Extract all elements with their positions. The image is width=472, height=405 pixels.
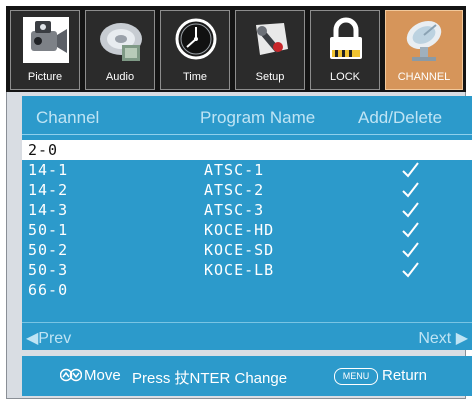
tab-label: Setup xyxy=(255,71,285,83)
tab-setup[interactable]: Setup xyxy=(235,10,305,90)
tab-label: Time xyxy=(182,71,208,83)
added-check-icon[interactable] xyxy=(400,160,420,180)
prev-page-button[interactable]: ◀Prev xyxy=(26,328,71,348)
next-page-button[interactable]: Next ▶ xyxy=(418,328,468,348)
speaker-icon xyxy=(100,23,142,61)
tab-label: Picture xyxy=(27,71,63,83)
channel-row[interactable]: 50-2 KOCE-SD xyxy=(22,240,472,260)
channel-row[interactable]: 14-1 ATSC-1 xyxy=(22,160,472,180)
channel-row[interactable]: 66-0 xyxy=(22,280,472,300)
channel-number: 50-2 xyxy=(28,241,69,259)
channel-number: 14-1 xyxy=(28,161,69,179)
program-name: ATSC-2 xyxy=(204,181,265,199)
up-down-arrows-icon xyxy=(60,368,82,382)
channel-row[interactable]: 50-1 KOCE-HD xyxy=(22,220,472,240)
header-divider xyxy=(22,134,472,135)
satellite-dish-icon xyxy=(406,20,442,61)
channel-number: 14-3 xyxy=(28,201,69,219)
channel-number: 14-2 xyxy=(28,181,69,199)
column-header-program-name: Program Name xyxy=(200,108,316,127)
camcorder-icon xyxy=(23,17,69,63)
added-check-icon[interactable] xyxy=(400,180,420,200)
channel-number: 50-3 xyxy=(28,261,69,279)
added-check-icon[interactable] xyxy=(400,260,420,280)
wrench-icon xyxy=(256,23,288,55)
channel-number: 2-0 xyxy=(28,141,59,159)
move-hint: Move xyxy=(84,367,121,384)
tab-label: CHANNEL xyxy=(397,71,451,83)
channel-list-panel: Channel Program Name Add/Delete 2-0 14-1 A… xyxy=(22,96,472,350)
channel-number: 50-1 xyxy=(28,221,69,239)
program-name: ATSC-1 xyxy=(204,161,265,179)
program-name: KOCE-LB xyxy=(204,261,275,279)
tab-lock[interactable]: LOCK xyxy=(310,10,380,90)
channel-row[interactable]: 14-3 ATSC-3 xyxy=(22,200,472,220)
column-header-add-delete: Add/Delete xyxy=(358,108,443,127)
added-check-icon[interactable] xyxy=(400,200,420,220)
channel-row[interactable]: 2-0 xyxy=(22,140,472,160)
enter-change-hint: Press 扙NTER Change xyxy=(132,370,288,387)
program-name: ATSC-3 xyxy=(204,201,265,219)
tab-label: Audio xyxy=(105,71,135,83)
added-check-icon[interactable] xyxy=(400,220,420,240)
column-header-channel: Channel xyxy=(36,108,100,127)
return-hint: Return xyxy=(382,367,428,384)
tab-picture[interactable]: Picture xyxy=(10,10,80,90)
footer-divider xyxy=(22,322,472,323)
menu-key-badge: MENU xyxy=(334,368,378,385)
tab-audio[interactable]: Audio xyxy=(85,10,155,90)
tab-time[interactable]: Time xyxy=(160,10,230,90)
channel-row[interactable]: 14-2 ATSC-2 xyxy=(22,180,472,200)
channel-number: 66-0 xyxy=(28,281,69,299)
menu-tab-bar: Picture Audio Time Setup LOCK CHANNEL xyxy=(6,6,466,92)
tab-label: LOCK xyxy=(330,71,360,83)
channel-row[interactable]: 50-3 KOCE-LB xyxy=(22,260,472,280)
added-check-icon[interactable] xyxy=(400,240,420,260)
status-bar: Move Press 扙NTER Change MENU Return xyxy=(22,356,472,396)
program-name: KOCE-SD xyxy=(204,241,275,259)
tab-channel[interactable]: CHANNEL xyxy=(385,10,463,90)
program-name: KOCE-HD xyxy=(204,221,275,239)
clock-icon xyxy=(175,18,217,60)
padlock-icon xyxy=(330,17,362,59)
